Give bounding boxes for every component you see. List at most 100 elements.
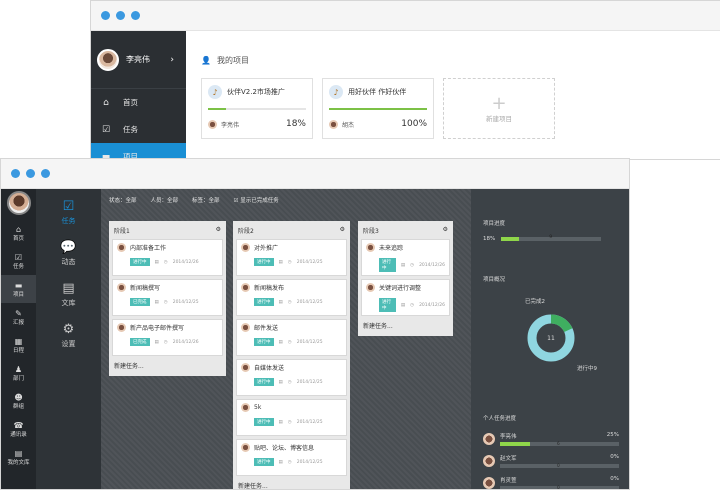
task-card[interactable]: 关键词进行调整 进行中 ▤ ◷ 2014/12/26 bbox=[361, 279, 450, 316]
task-card[interactable]: 5k 进行中 ▤ ◷ 2014/12/25 bbox=[236, 399, 347, 436]
window-dot[interactable] bbox=[41, 169, 50, 178]
task-card[interactable]: 对外推广 进行中 ▤ ◷ 2014/12/25 bbox=[236, 239, 347, 276]
task-card[interactable]: 新闻稿撰写 已完成 ▤ ◷ 2014/12/25 bbox=[112, 279, 223, 316]
right-panel: 项目进度 18% 9 项目概况 11 已完成2 进行中9 个人任务进度 李亮伟 2… bbox=[471, 189, 629, 489]
project-window: 李亮伟 › ⌂ 首页 ☑ 任务 ▬ 项目 👤 我的项目 ♪ 伙伴V2.2市场推广 李亮伟 1… bbox=[90, 0, 720, 160]
sidebar-item-groups[interactable]: ☻ 群组 bbox=[1, 387, 36, 415]
task-card[interactable]: 自媒体发送 进行中 ▤ ◷ 2014/12/25 bbox=[236, 359, 347, 396]
clock-icon: ◷ bbox=[287, 379, 292, 385]
comment-icon: ▤ bbox=[278, 419, 283, 425]
sidebar-item-tasks[interactable]: ☑ 任务 bbox=[1, 247, 36, 275]
avatar bbox=[483, 433, 495, 445]
sidebar-item-label: 任务 bbox=[12, 263, 24, 270]
project-card[interactable]: ♪ 伙伴V2.2市场推广 李亮伟 18% bbox=[201, 78, 313, 139]
sidebar-item-department[interactable]: ♟ 部门 bbox=[1, 359, 36, 387]
subnav-item-settings[interactable]: ⚙ 设置 bbox=[36, 318, 101, 353]
window-dot[interactable] bbox=[131, 11, 140, 20]
task-status-badge: 进行中 bbox=[379, 298, 396, 312]
task-status-badge: 进行中 bbox=[254, 298, 274, 306]
task-name: 新产品电子邮件撰写 bbox=[130, 325, 185, 332]
sidebar-item-docs[interactable]: ▤ 我的文库 bbox=[1, 443, 36, 471]
progress-label: 18% bbox=[483, 236, 496, 242]
settings-icon[interactable]: ⚙ bbox=[340, 226, 345, 235]
subnav-item-tasks[interactable]: ☑ 任务 bbox=[36, 195, 101, 230]
comment-icon: ▤ bbox=[278, 339, 283, 345]
task-card[interactable]: 邮件发送 进行中 ▤ ◷ 2014/12/25 bbox=[236, 319, 347, 356]
calendar-icon: ▦ bbox=[14, 336, 23, 346]
window-dot[interactable] bbox=[26, 169, 35, 178]
comment-icon: ▤ bbox=[278, 459, 283, 465]
comment-icon: ▤ bbox=[154, 259, 159, 265]
overview-section: 项目概况 bbox=[483, 275, 505, 283]
sidebar-item-label: 我的文库 bbox=[7, 459, 30, 466]
sidebar-item-reports[interactable]: ✎ 汇报 bbox=[1, 303, 36, 331]
clock-icon: ◷ bbox=[287, 459, 292, 465]
task-name: 新闻稿发布 bbox=[254, 285, 285, 292]
user-profile[interactable]: 李亮伟 › bbox=[91, 31, 186, 89]
department-icon: ♟ bbox=[14, 364, 23, 374]
task-status-badge: 已完成 bbox=[130, 298, 150, 306]
subnav-item-library[interactable]: ▤ 文库 bbox=[36, 277, 101, 312]
sidebar-item-home[interactable]: ⌂ 首页 bbox=[1, 219, 36, 247]
avatar bbox=[241, 403, 250, 412]
guitar-icon: ♪ bbox=[208, 85, 222, 99]
task-icon: ☑ bbox=[62, 199, 75, 214]
title-bar bbox=[1, 159, 629, 189]
people-filter[interactable]: 人员：全部 bbox=[151, 196, 179, 204]
task-date: 2014/12/25 bbox=[172, 299, 199, 305]
avatar bbox=[117, 323, 126, 332]
project-owner: 李亮伟 bbox=[221, 121, 240, 129]
add-project-button[interactable]: + 新建项目 bbox=[443, 78, 555, 139]
project-card[interactable]: ♪ 用好伙伴 作好伙伴 胡杰 100% bbox=[322, 78, 434, 139]
status-filter[interactable]: 状态：全部 bbox=[109, 196, 137, 204]
comment-icon: ▤ bbox=[154, 339, 159, 345]
sidebar-item-contacts[interactable]: ☎ 通讯录 bbox=[1, 415, 36, 443]
person-progress-bar: 0 bbox=[500, 463, 619, 468]
new-task-button[interactable]: 新建任务... bbox=[361, 319, 450, 333]
avatar bbox=[117, 243, 126, 252]
subnav-label: 任务 bbox=[61, 217, 76, 225]
project-progress-bar bbox=[329, 108, 427, 110]
person-name: 李亮伟 bbox=[500, 434, 517, 440]
clock-icon: ◷ bbox=[410, 262, 415, 268]
task-date: 2014/12/25 bbox=[296, 459, 323, 465]
person-name: 肖灵萱 bbox=[500, 478, 517, 484]
tag-filter[interactable]: 标签：全部 bbox=[192, 196, 220, 204]
window-dot[interactable] bbox=[116, 11, 125, 20]
clock-icon: ◷ bbox=[287, 259, 292, 265]
window-dot[interactable] bbox=[101, 11, 110, 20]
task-card[interactable]: 贴吧、论坛、博客信息 进行中 ▤ ◷ 2014/12/25 bbox=[236, 439, 347, 476]
window-dot[interactable] bbox=[11, 169, 20, 178]
sidebar-item-calendar[interactable]: ▦ 日程 bbox=[1, 331, 36, 359]
task-date: 2014/12/26 bbox=[172, 259, 199, 265]
show-done-toggle[interactable]: ☑ 显示已完成任务 bbox=[234, 196, 279, 204]
docs-icon: ▤ bbox=[14, 448, 23, 458]
settings-icon[interactable]: ⚙ bbox=[443, 226, 448, 235]
project-progress-label: 100% bbox=[401, 119, 427, 129]
sidebar-item-projects[interactable]: ▬ 项目 bbox=[1, 275, 36, 303]
person-percent: 0% bbox=[610, 476, 619, 482]
column-title: 阶段2 bbox=[238, 228, 254, 235]
task-card[interactable]: 新产品电子邮件撰写 已完成 ▤ ◷ 2014/12/26 bbox=[112, 319, 223, 356]
main-content: 👤 我的项目 ♪ 伙伴V2.2市场推广 李亮伟 18% ♪ 用好伙伴 作好伙伴 胡杰 10… bbox=[201, 31, 720, 159]
avatar bbox=[241, 363, 250, 372]
sidebar-item-tasks[interactable]: ☑ 任务 bbox=[91, 116, 186, 143]
kanban-board: 状态：全部 人员：全部 标签：全部 ☑ 显示已完成任务 阶段1 ⚙ 内部准备工作 … bbox=[101, 189, 471, 489]
avatar[interactable] bbox=[6, 191, 31, 215]
new-task-button[interactable]: 新建任务... bbox=[112, 359, 223, 373]
task-status-badge: 进行中 bbox=[254, 418, 274, 426]
settings-icon[interactable]: ⚙ bbox=[216, 226, 221, 235]
overview-donut-chart: 11 已完成2 进行中9 bbox=[525, 297, 598, 372]
task-card[interactable]: 未来追踪 进行中 ▤ ◷ 2014/12/26 bbox=[361, 239, 450, 276]
clock-icon: ◷ bbox=[287, 339, 292, 345]
task-card[interactable]: 新闻稿发布 进行中 ▤ ◷ 2014/12/25 bbox=[236, 279, 347, 316]
comment-icon: ▤ bbox=[278, 259, 283, 265]
task-status-badge: 已完成 bbox=[130, 338, 150, 346]
subnav-item-activity[interactable]: 💬 动态 bbox=[36, 236, 101, 271]
task-card[interactable]: 内部准备工作 进行中 ▤ ◷ 2014/12/26 bbox=[112, 239, 223, 276]
chevron-right-icon[interactable]: › bbox=[170, 55, 174, 65]
new-task-button[interactable]: 新建任务... bbox=[236, 479, 347, 489]
person-count: 0 bbox=[557, 463, 560, 468]
task-status-badge: 进行中 bbox=[130, 258, 150, 266]
sidebar-item-home[interactable]: ⌂ 首页 bbox=[91, 89, 186, 116]
